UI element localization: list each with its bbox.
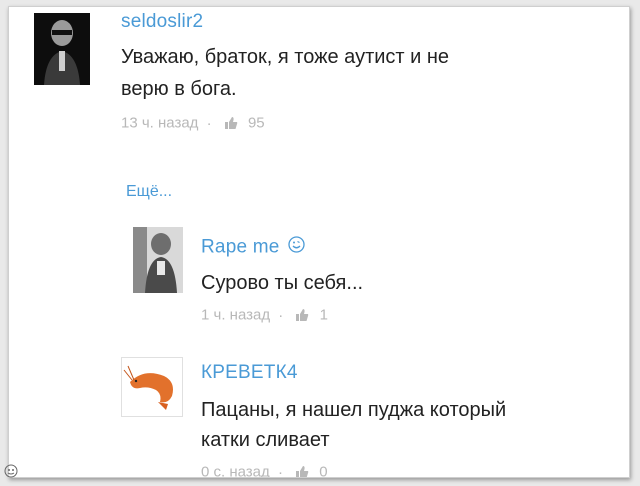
timestamp: 0 с. назад [201,463,270,478]
like-count: 1 [319,306,328,324]
timestamp: 1 ч. назад [201,306,271,324]
avatar[interactable] [121,357,183,417]
timestamp: 13 ч. назад [121,114,199,132]
smiley-icon [288,236,305,259]
comment-text-line-1: Уважаю, браток, я тоже аутист и не [121,46,450,68]
like-icon[interactable] [224,116,238,130]
show-more-link[interactable]: Ещё... [126,183,172,201]
like-count: 95 [247,114,265,132]
meta-separator: · [277,463,283,478]
comment-text-line-1: Пацаны, я нашел пуджа который [201,399,507,421]
comment-text-line-2: катки сливает [201,429,330,451]
watermark-icon [3,462,19,481]
username[interactable]: Rape me [201,236,305,259]
avatar[interactable] [34,13,90,85]
username[interactable]: seldoslir2 [121,11,203,33]
comment-text-line-1: Сурово ты себя... [201,272,364,294]
comment-meta: 0 с. назад · 0 [201,463,328,478]
like-icon[interactable] [295,465,309,477]
comment-meta: 13 ч. назад · 95 [121,114,265,132]
like-count: 0 [319,463,328,478]
meta-separator: · [278,306,284,324]
avatar[interactable] [133,227,183,293]
meta-separator: · [206,114,212,132]
username-text[interactable]: Rape me [201,237,280,258]
comment-meta: 1 ч. назад · 1 [201,306,328,324]
comment-text-line-2: верю в бога. [121,78,237,100]
like-icon[interactable] [295,308,309,322]
username[interactable]: КРЕВЕТК4 [201,362,298,384]
comments-panel: seldoslir2 Уважаю, браток, я тоже аутист… [8,6,630,478]
